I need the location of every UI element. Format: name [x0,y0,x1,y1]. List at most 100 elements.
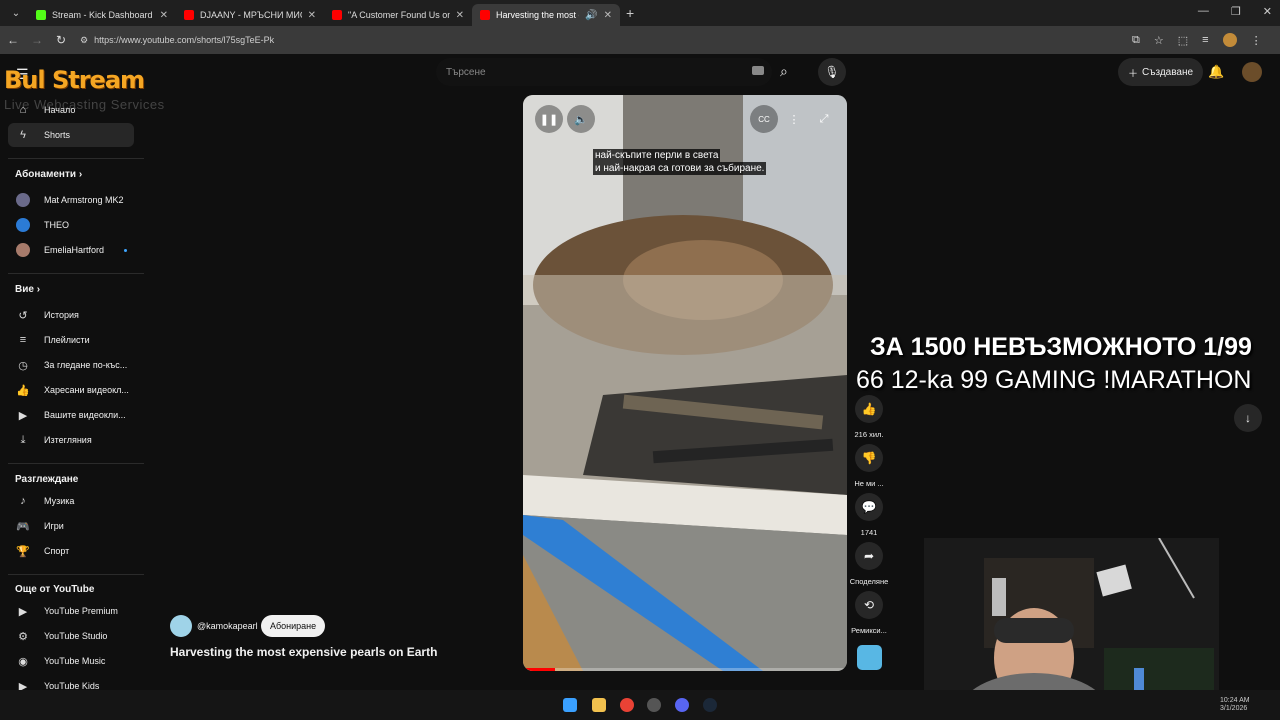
discord-icon[interactable] [675,698,689,712]
chrome-icon[interactable] [620,698,634,712]
sidebar-item-youtube-premium[interactable]: ▶ YouTube Premium [8,599,134,623]
sidebar-item-sports[interactable]: 🏆 Спорт [8,539,134,563]
tab-title: "A Customer Found Us on Yelp [348,10,450,20]
close-icon[interactable]: ✕ [160,10,168,21]
tab-harvesting[interactable]: Harvesting the most expen 🔊 ✕ [472,4,620,26]
share-label: Споделяне [849,577,889,586]
keyboard-icon[interactable] [752,66,764,75]
sidebar-item-emeliahartford[interactable]: EmeliaHartford [8,238,134,262]
speaker-icon[interactable]: 🔊 [585,10,597,21]
sidebar-item-downloads[interactable]: ⤓ Изтегляния [8,428,134,452]
like-button[interactable]: 👍 216 хил. [849,395,889,439]
close-icon[interactable]: ✕ [604,10,612,21]
minimize-button[interactable]: — [1198,5,1209,18]
sidebar-item-liked-videos[interactable]: 👍 Харесани видеокл... [8,378,134,402]
sidebar-item-theo[interactable]: THEO [8,213,134,237]
close-window-button[interactable]: ✕ [1263,5,1272,18]
caption-line: и най-накрая са готови за събиране. [593,162,767,175]
like-icon: 👍 [16,384,30,397]
video-title[interactable]: Harvesting the most expensive pearls on … [170,645,437,659]
you-heading[interactable]: Вие › [15,284,40,295]
sidebar-item-home[interactable]: ⌂ Начало [8,98,134,122]
tab-customer-yelp[interactable]: "A Customer Found Us on Yelp ✕ [324,4,472,26]
bookmark-star-icon[interactable]: ☆ [1154,34,1164,47]
search-placeholder: Търсене [446,66,486,78]
download-icon: ⤓ [20,433,26,446]
stream-overlay-line2: 66 12-ka 99 GAMING !MARATHON [856,366,1252,394]
next-video-button[interactable]: ↓ [1234,404,1262,432]
close-icon[interactable]: ✕ [308,10,316,21]
dislike-label: Не ми ... [854,479,884,488]
channel-handle[interactable]: @kamokapearl [197,621,258,631]
subscribe-button[interactable]: Абониране [261,615,326,637]
sidebar-item-history[interactable]: ↺ История [8,303,134,327]
shorts-video-player[interactable]: ❚❚ 🔈 CC ⋮ ⤢ най-скъпите перли в света и … [523,95,847,671]
sidebar-item-label: THEO [44,220,70,230]
divider [8,463,144,464]
file-explorer-icon[interactable] [592,698,606,712]
pause-button[interactable]: ❚❚ [535,105,563,133]
captions-button[interactable]: CC [750,105,778,133]
sound-thumbnail[interactable] [857,645,882,670]
sidebar-item-playlists[interactable]: ≡ Плейлисти [8,328,134,352]
section-title: Вие [15,284,34,295]
tab-title: Stream - Kick Dashboard [52,10,153,20]
user-avatar[interactable] [1242,62,1262,82]
tab-kick-dashboard[interactable]: Stream - Kick Dashboard ✕ [28,4,176,26]
channel-avatar[interactable] [170,615,192,637]
sidebar-item-watch-later[interactable]: ◷ За гледане по-къс... [8,353,134,377]
extensions-icon[interactable]: ⬚ [1178,34,1188,47]
video-progress-bar[interactable] [523,668,847,671]
divider [8,158,144,159]
dislike-button[interactable]: 👎 Не ми ... [849,444,889,488]
tab-djaany[interactable]: DJAANY - МРЪСНИ МИСЛИ (с ✕ [176,4,324,26]
sidebar-item-youtube-studio[interactable]: ⚙ YouTube Studio [8,624,134,648]
steam-icon[interactable] [703,698,717,712]
sidebar-item-music[interactable]: ♪ Музика [8,489,134,513]
url-field[interactable]: ⚙ https://www.youtube.com/shorts/l75sgTe… [80,29,1120,51]
search-input[interactable]: Търсене [436,58,772,86]
profile-avatar[interactable] [1222,33,1237,47]
menu-icon[interactable]: ⋮ [1251,34,1262,47]
sidebar-item-gaming[interactable]: 🎮 Игри [8,514,134,538]
share-button[interactable]: ➦ Споделяне [849,542,889,586]
search-icon[interactable]: ⌕ [780,63,788,80]
back-button[interactable]: ← [2,33,24,47]
media-control-icon[interactable]: ≡ [1202,34,1208,46]
notifications-bell-icon[interactable]: 🔔 [1208,64,1224,80]
more-from-youtube-heading: Още от YouTube [15,584,94,595]
new-tab-button[interactable]: + [626,5,634,21]
history-icon: ↺ [18,309,28,322]
thumbs-up-icon: 👍 [855,395,883,423]
remix-button[interactable]: ⟲ Ремикси... [849,591,889,635]
microphone-icon[interactable]: 🎙 [818,58,846,86]
tab-search-button[interactable]: ⌄ [4,3,28,23]
more-options-icon[interactable]: ⋮ [780,105,808,133]
site-info-icon[interactable]: ⚙ [80,35,88,46]
volume-button[interactable]: 🔈 [567,105,595,133]
forward-button[interactable]: → [26,33,48,47]
remix-icon: ⟲ [855,591,883,619]
captions-label: CC [758,114,770,124]
close-icon[interactable]: ✕ [456,10,464,21]
sidebar-item-your-videos[interactable]: ▶ Вашите видеокли... [8,403,134,427]
remix-label: Ремикси... [851,626,887,635]
sidebar-item-mat-armstrong[interactable]: Mat Armstrong MK2 [8,188,134,212]
comments-button[interactable]: 💬 1741 [849,493,889,537]
sidebar-item-shorts[interactable]: ϟ Shorts [8,123,134,147]
create-button[interactable]: ＋ Създаване [1118,58,1204,86]
cast-icon[interactable]: ⧉ [1132,34,1140,47]
sidebar-item-youtube-music[interactable]: ◉ YouTube Music [8,649,134,673]
obs-icon[interactable] [647,698,661,712]
subscribe-label: Абониране [270,621,317,631]
sidebar-item-label: За гледане по-къс... [44,360,128,370]
subscriptions-heading[interactable]: Абонаменти › [15,169,82,180]
windows-start-icon[interactable] [563,698,577,712]
taskbar-clock[interactable]: 10:24 AM 3/1/2026 [1220,697,1250,713]
channel-avatar [16,193,30,207]
reload-button[interactable]: ↻ [50,33,72,47]
maximize-button[interactable]: ❐ [1231,5,1241,18]
fullscreen-icon[interactable]: ⤢ [810,105,838,133]
sidebar: ⌂ Начало ϟ Shorts Абонаменти › Mat Armst… [0,96,150,696]
comment-count: 1741 [860,528,878,537]
